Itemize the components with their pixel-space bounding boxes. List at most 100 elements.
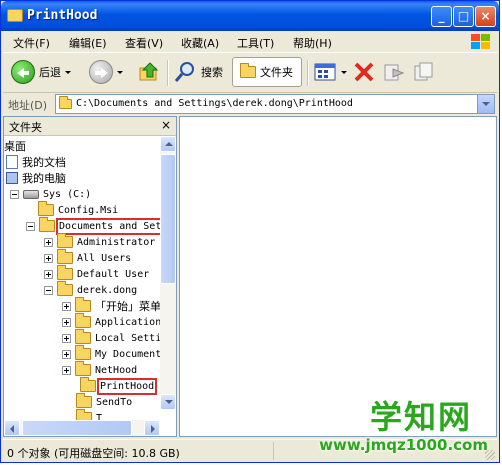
menu-tools[interactable]: 工具(T) bbox=[237, 35, 274, 51]
tree-item-label: Application bbox=[95, 316, 162, 328]
forward-dropdown-icon[interactable] bbox=[117, 70, 123, 74]
folder-icon bbox=[38, 201, 54, 216]
forward-button[interactable] bbox=[89, 58, 123, 86]
collapse-minus-icon[interactable] bbox=[44, 285, 53, 295]
up-folder-button[interactable] bbox=[137, 58, 161, 86]
scroll-down-button[interactable] bbox=[160, 394, 176, 410]
tree-item-label: My Document bbox=[95, 348, 162, 360]
address-dropdown-button[interactable] bbox=[477, 95, 494, 113]
menu-file[interactable]: 文件(F) bbox=[13, 35, 50, 51]
tree-horizontal-scrollbar[interactable] bbox=[4, 420, 160, 436]
address-label: 地址(D) bbox=[8, 99, 48, 112]
folder-icon bbox=[75, 297, 91, 312]
scroll-thumb-horizontal[interactable] bbox=[22, 420, 132, 436]
minimize-button[interactable]: _ bbox=[431, 6, 452, 27]
back-label: 后退 bbox=[39, 66, 61, 79]
folder-open-icon bbox=[57, 281, 73, 296]
scroll-left-button[interactable] bbox=[4, 420, 20, 436]
up-folder-icon bbox=[139, 62, 159, 81]
title-bar[interactable]: PrintHood _ □ × bbox=[1, 1, 499, 31]
folder-tree: 桌面我的文档我的电脑 Sys (C:) Config.Msi Documents an… bbox=[4, 136, 165, 426]
tree-item[interactable]: Config.Msi bbox=[38, 201, 118, 218]
folder-icon bbox=[75, 329, 91, 344]
tree-item[interactable]: All Users bbox=[44, 249, 131, 266]
address-input[interactable]: C:\Documents and Settings\derek.dong\Pri… bbox=[55, 94, 495, 114]
tree-item[interactable]: Documents and Set bbox=[26, 217, 165, 235]
expand-plus-icon[interactable] bbox=[62, 365, 71, 375]
tree-item[interactable]: 桌面 bbox=[4, 138, 26, 154]
folder-window-icon bbox=[7, 9, 23, 22]
tree-item[interactable]: derek.dong bbox=[44, 281, 138, 298]
watermark-url: www.jmqz1000.com bbox=[319, 436, 488, 454]
folders-icon bbox=[240, 63, 256, 78]
address-bar: 地址(D) C:\Documents and Settings\derek.do… bbox=[3, 93, 497, 115]
folders-pane: 文件夹 × 桌面 我的文档 我的电脑 Sys (C:) Config.Msi Docume… bbox=[3, 116, 177, 437]
menu-view[interactable]: 查看(V) bbox=[125, 35, 163, 51]
tree-item-label: Local Setti bbox=[95, 332, 162, 344]
drive-icon bbox=[23, 189, 39, 199]
window-title: PrintHood bbox=[27, 8, 98, 23]
tree-item[interactable]: 「开始」菜单 bbox=[62, 297, 161, 314]
windows-logo-icon bbox=[470, 33, 492, 51]
search-button[interactable]: 搜索 bbox=[173, 58, 223, 86]
collapse-minus-icon[interactable] bbox=[26, 221, 35, 231]
status-text: 0 个对象 (可用磁盘空间: 10.8 GB) bbox=[7, 447, 180, 460]
expand-plus-icon[interactable] bbox=[44, 269, 53, 279]
maximize-button[interactable]: □ bbox=[453, 6, 474, 27]
tree-item[interactable]: Default User bbox=[44, 265, 150, 282]
scroll-thumb-vertical[interactable] bbox=[160, 154, 176, 284]
copy-to-button[interactable] bbox=[413, 58, 435, 86]
tree-item[interactable]: 我的文档 bbox=[6, 154, 66, 170]
address-folder-icon bbox=[59, 96, 72, 109]
tree-item[interactable]: Administrator bbox=[44, 233, 155, 250]
menu-help[interactable]: 帮助(H) bbox=[293, 35, 332, 51]
tree-item[interactable]: Sys (C:) bbox=[10, 186, 91, 202]
tree-item-label: 我的电脑 bbox=[22, 172, 66, 185]
tree-item[interactable]: NetHood bbox=[62, 361, 137, 378]
folder-icon bbox=[75, 313, 91, 328]
scroll-right-button[interactable] bbox=[144, 420, 160, 436]
back-dropdown-icon[interactable] bbox=[65, 70, 71, 74]
folder-icon bbox=[57, 249, 73, 264]
my-documents-icon bbox=[6, 155, 18, 169]
tree-item[interactable]: 我的电脑 bbox=[6, 170, 66, 186]
menu-edit[interactable]: 编辑(E) bbox=[69, 35, 107, 51]
expand-plus-icon[interactable] bbox=[62, 333, 71, 343]
tree-item[interactable]: Local Setti bbox=[62, 329, 162, 346]
tree-item-label: derek.dong bbox=[77, 284, 138, 296]
expand-plus-icon[interactable] bbox=[62, 301, 71, 311]
folders-label: 文件夹 bbox=[260, 66, 293, 79]
tree-item[interactable]: SendTo bbox=[76, 393, 132, 410]
expand-plus-icon[interactable] bbox=[44, 237, 53, 247]
tree-item-label: 我的文档 bbox=[22, 156, 66, 169]
close-button[interactable]: × bbox=[475, 6, 496, 27]
tree-vertical-scrollbar[interactable] bbox=[160, 136, 176, 410]
back-button[interactable]: 后退 bbox=[11, 58, 71, 86]
scroll-up-button[interactable] bbox=[160, 136, 176, 152]
maximize-icon: □ bbox=[457, 9, 470, 23]
delete-button[interactable] bbox=[353, 58, 375, 86]
forward-arrow-icon bbox=[89, 60, 113, 84]
folders-button[interactable]: 文件夹 bbox=[232, 57, 302, 87]
tree-item-label: Default User bbox=[77, 268, 150, 280]
views-dropdown-icon[interactable] bbox=[341, 70, 347, 74]
move-to-button[interactable] bbox=[383, 58, 405, 86]
expand-plus-icon[interactable] bbox=[62, 317, 71, 327]
file-list-pane[interactable] bbox=[179, 116, 497, 437]
search-label: 搜索 bbox=[201, 66, 223, 79]
folder-open-icon bbox=[39, 217, 55, 232]
tree-item[interactable]: My Document bbox=[62, 345, 162, 362]
tree-item[interactable]: Application bbox=[62, 313, 162, 330]
tree-item-label: 「开始」菜单 bbox=[95, 300, 161, 313]
expand-plus-icon[interactable] bbox=[62, 349, 71, 359]
folders-pane-close-icon[interactable]: × bbox=[161, 118, 171, 132]
move-to-icon bbox=[384, 64, 405, 81]
views-button[interactable] bbox=[313, 58, 347, 86]
menu-favorites[interactable]: 收藏(A) bbox=[181, 35, 219, 51]
collapse-minus-icon[interactable] bbox=[10, 189, 19, 199]
tree-item[interactable]: PrintHood bbox=[80, 377, 158, 395]
expand-plus-icon[interactable] bbox=[44, 253, 53, 263]
views-icon bbox=[314, 63, 336, 81]
tree-item-label: Documents and Set bbox=[55, 217, 165, 235]
tree-item-label: PrintHood bbox=[96, 377, 158, 395]
